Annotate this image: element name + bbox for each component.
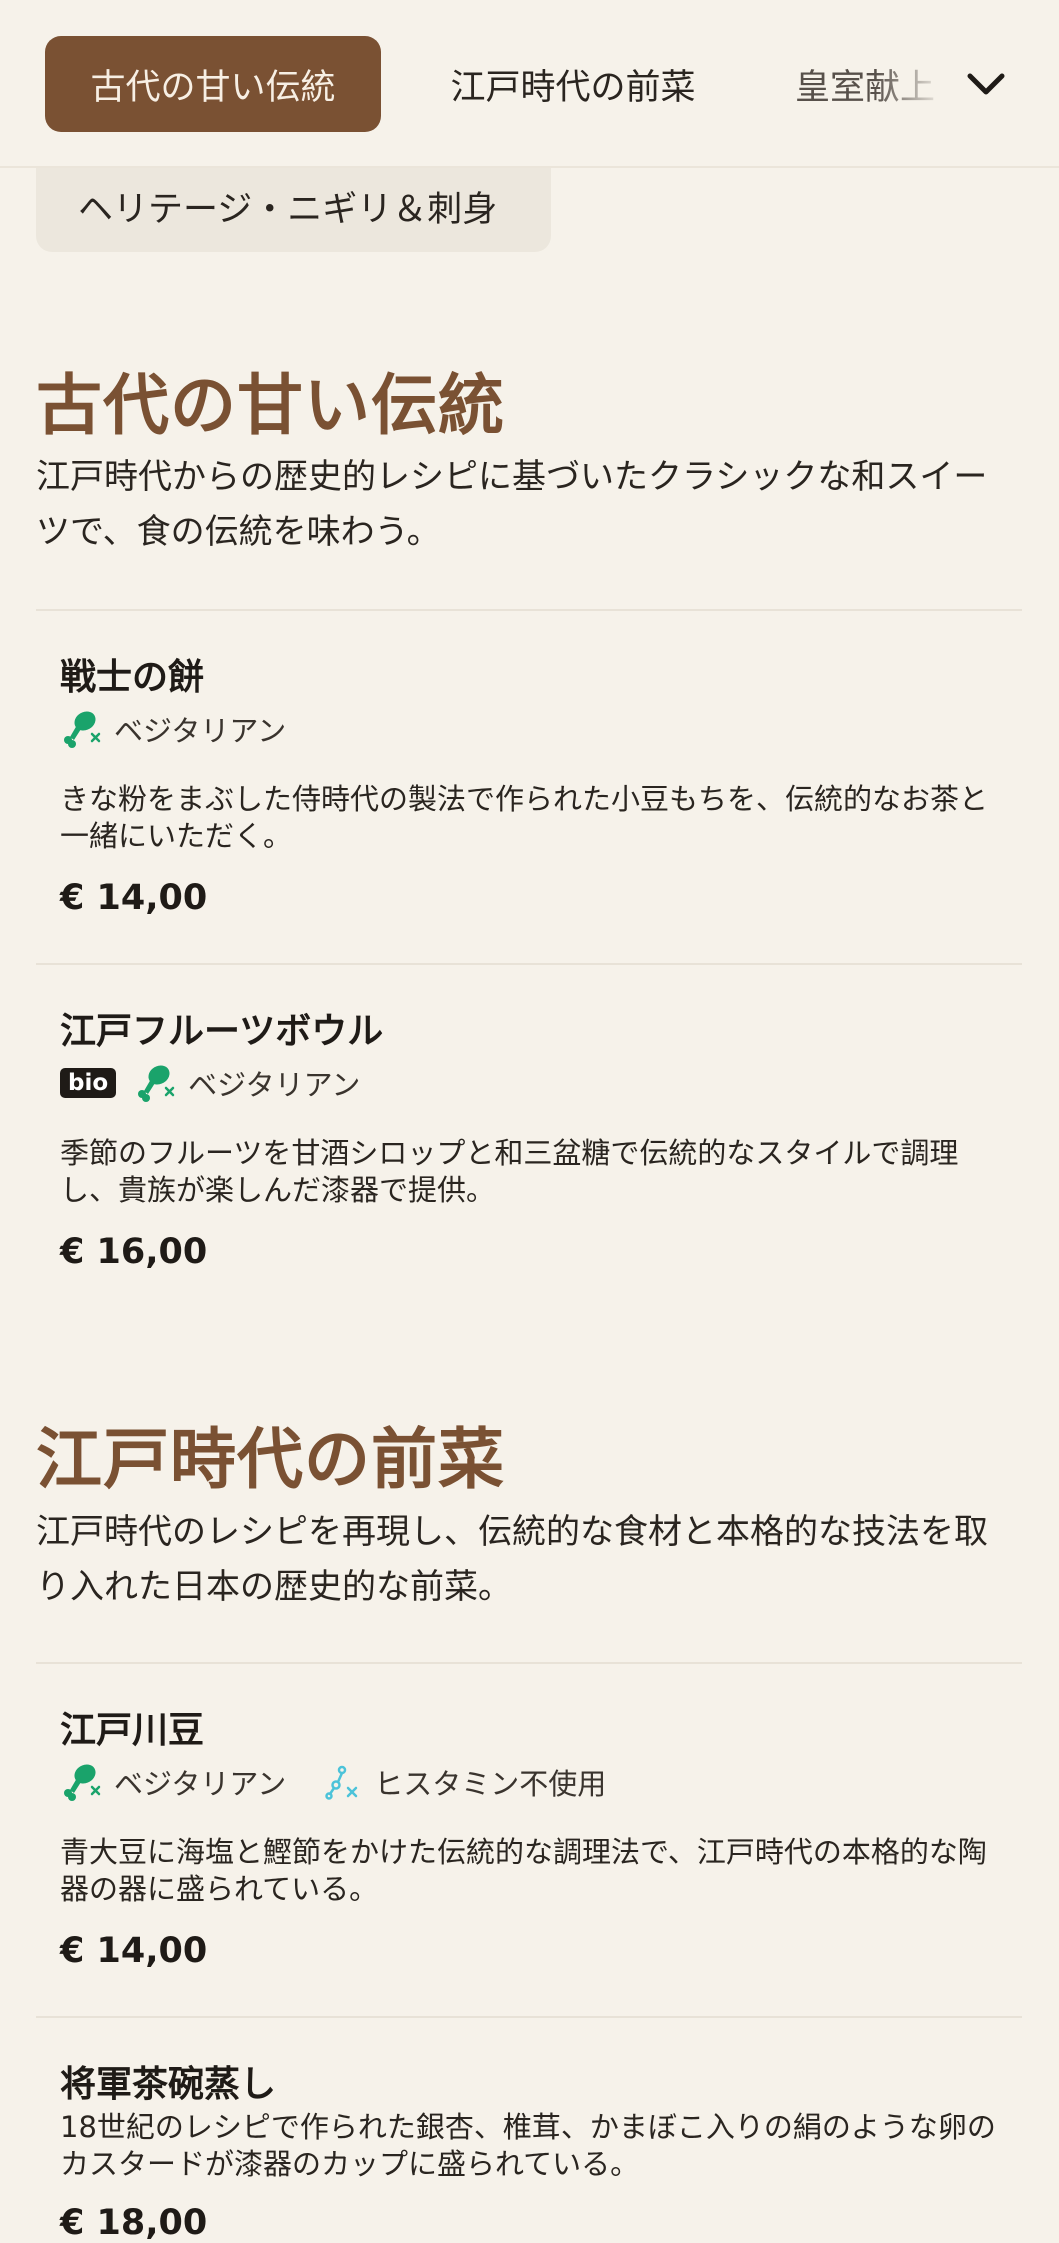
item-price: € 18,00 <box>60 2203 208 2243</box>
meat-crossed-icon <box>134 1061 178 1105</box>
section-description: 江戸時代のレシピを再現し、伝統的な食材と本格的な技法を取り入れた日本の歴史的な前… <box>36 1512 988 1607</box>
tab-ancient-sweets[interactable]: 古代の甘い伝統 <box>45 36 381 132</box>
item-description: 青大豆に海塩と鰹節をかけた伝統的な調理法で、江戸時代の本格的な陶器の器に盛られて… <box>60 1835 987 1906</box>
section-title: 古代の甘い伝統 <box>36 367 505 444</box>
histamine-crossed-icon <box>320 1760 364 1804</box>
item-name: 江戸川豆 <box>60 1710 205 1751</box>
tag-label: ベジタリアン <box>114 1767 287 1801</box>
item-name: 江戸フルーツボウル <box>60 1011 384 1052</box>
item-price: € 14,00 <box>60 1931 208 1971</box>
divider <box>36 2016 1022 2018</box>
meat-crossed-icon <box>60 707 104 751</box>
tab-edo-appetizers[interactable]: 江戸時代の前菜 <box>430 36 716 132</box>
item-name: 将軍茶碗蒸し <box>60 2064 277 2105</box>
bio-badge: bio <box>60 1068 117 1098</box>
item-description: 18世紀のレシピで作られた銀杏、椎茸、かまぼこ入りの絹のような卵のカスタードが漆… <box>60 2110 996 2181</box>
item-tags: ベジタリアン <box>60 707 286 751</box>
section-description: 江戸時代からの歴史的レシピに基づいたクラシックな和スイーツで、食の伝統を味わう。 <box>36 457 988 552</box>
item-description: 季節のフルーツを甘酒シロップと和三盆糖で伝統的なスタイルで調理し、貴族が楽しんだ… <box>60 1136 959 1207</box>
divider <box>36 963 1022 965</box>
divider <box>36 1662 1022 1664</box>
item-price: € 16,00 <box>60 1232 208 1272</box>
tag-label: ベジタリアン <box>114 714 287 748</box>
item-tags: bio ベジタリアン <box>60 1061 360 1105</box>
meat-crossed-icon <box>60 1760 104 1804</box>
subcategory-chip[interactable]: ヘリテージ・ニギリ＆刺身 <box>36 160 551 252</box>
item-description: きな粉をまぶした侍時代の製法で作られた小豆もちを、伝統的なお茶と一緒にいただく。 <box>60 782 989 853</box>
divider <box>36 609 1022 611</box>
tab-imperial[interactable]: 皇室献上 <box>795 36 945 132</box>
item-tags: ベジタリアン ヒスタミン不使用 <box>60 1760 606 1804</box>
tag-label: ベジタリアン <box>188 1068 361 1102</box>
section-title: 江戸時代の前菜 <box>36 1421 505 1498</box>
item-price: € 14,00 <box>60 878 208 918</box>
category-tab-bar: 古代の甘い伝統 江戸時代の前菜 皇室献上 <box>0 0 1059 168</box>
tag-label: ヒスタミン不使用 <box>374 1767 607 1801</box>
item-name: 戦士の餅 <box>60 657 205 698</box>
chevron-down-icon[interactable] <box>962 60 1010 108</box>
